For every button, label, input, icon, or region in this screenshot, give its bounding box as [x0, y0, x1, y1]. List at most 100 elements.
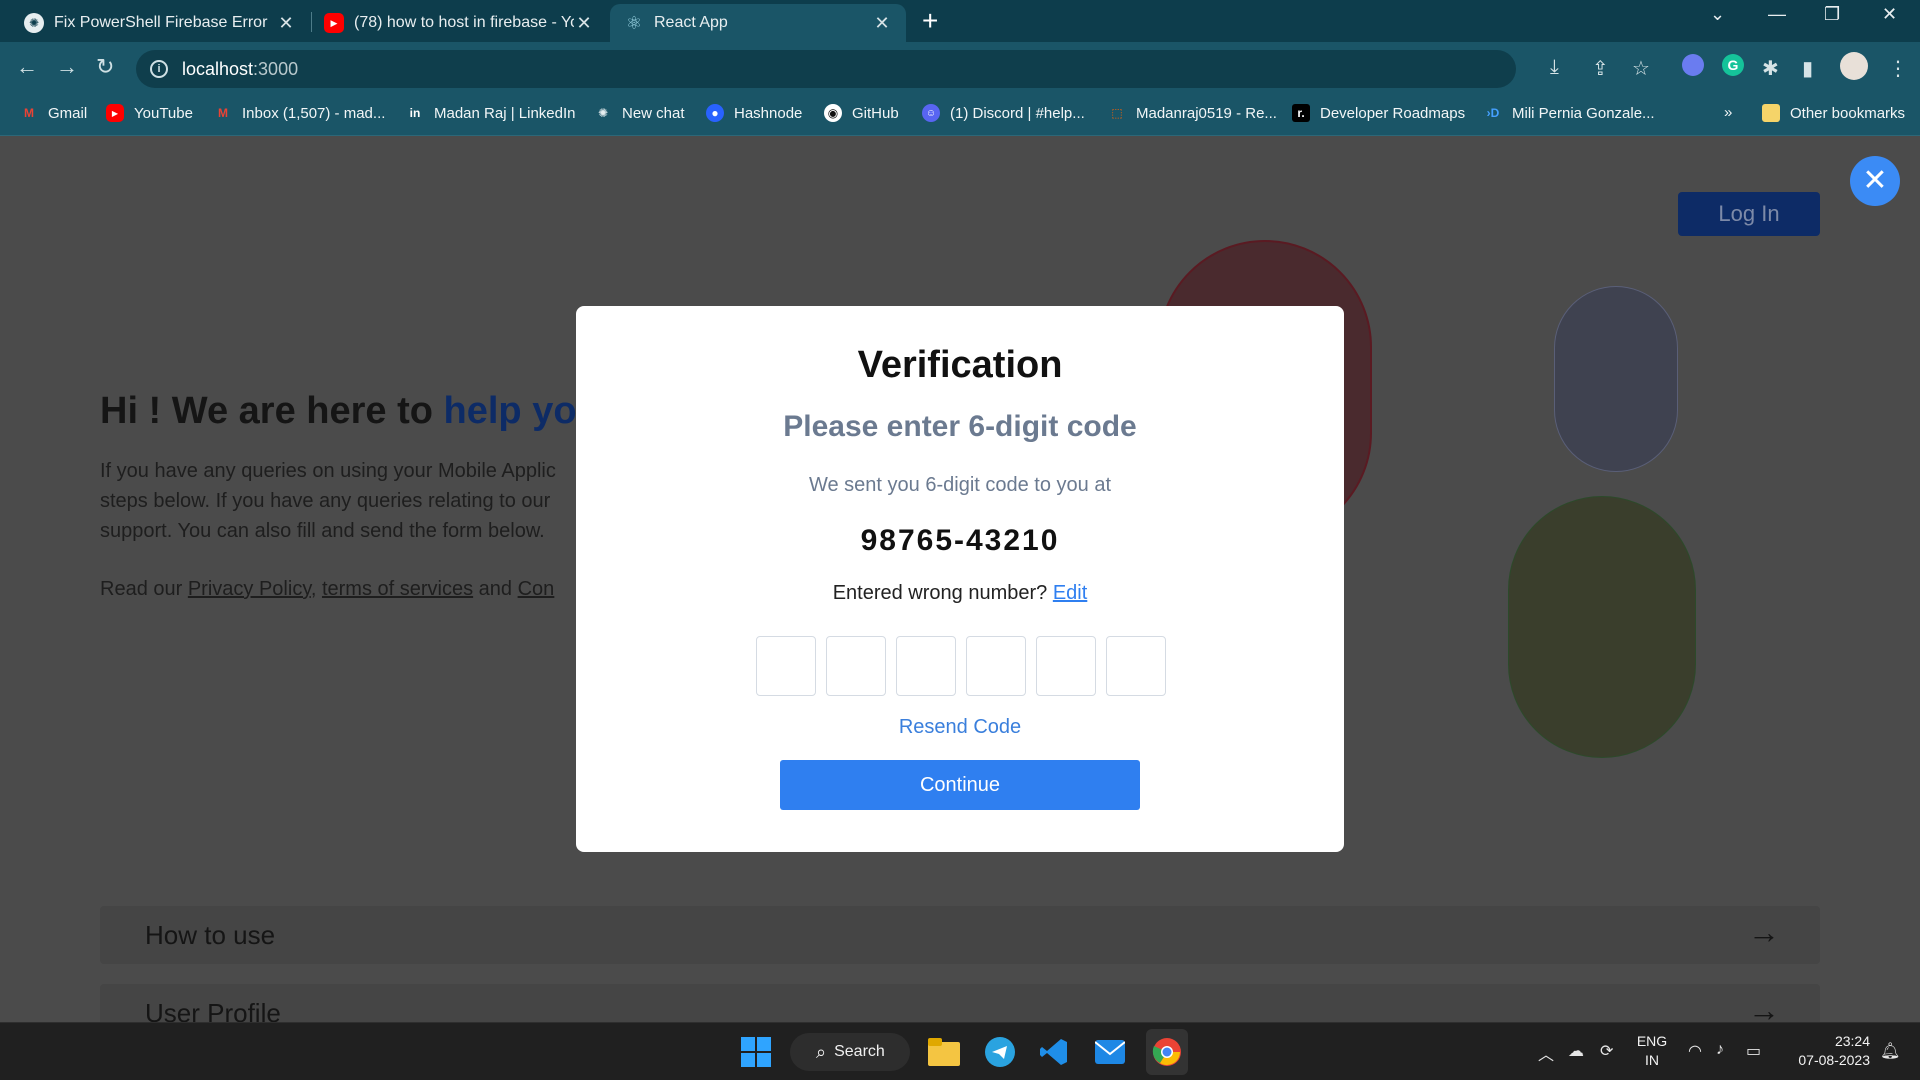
privacy-policy-link[interactable]: Privacy Policy	[188, 578, 311, 600]
otp-digit-3[interactable]	[896, 636, 956, 696]
back-button[interactable]: ←	[16, 54, 38, 80]
wifi-icon[interactable]: ◠	[1688, 1041, 1702, 1061]
bookmark-label: Hashnode	[734, 104, 803, 122]
taskbar-search[interactable]: ⌕ Search	[790, 1033, 910, 1071]
extensions-puzzle-icon[interactable]: ✱	[1762, 56, 1779, 81]
tab-youtube-firebase[interactable]: ▶ (78) how to host in firebase - YouTube…	[312, 4, 608, 42]
share-icon[interactable]: ⇪	[1592, 56, 1609, 81]
file-explorer-icon[interactable]	[926, 1035, 962, 1069]
resend-code-link[interactable]: Resend Code	[576, 716, 1344, 739]
bookmark-gmail[interactable]: M Gmail	[20, 104, 87, 122]
otp-digit-1[interactable]	[756, 636, 816, 696]
tab-react-app[interactable]: ⚛ React App ✕	[610, 4, 906, 42]
mail-icon[interactable]	[1092, 1035, 1128, 1069]
forward-button[interactable]: →	[56, 54, 78, 80]
terms-link[interactable]: terms of services	[322, 578, 473, 600]
tab-title: Fix PowerShell Firebase Error	[54, 14, 268, 31]
restore-button[interactable]: ❐	[1824, 4, 1840, 25]
login-button[interactable]: Log In	[1678, 192, 1820, 236]
bookmark-label: Developer Roadmaps	[1320, 104, 1466, 122]
site-info-icon[interactable]: i	[150, 60, 168, 78]
bookmark-star-icon[interactable]: ☆	[1632, 56, 1650, 81]
volume-icon[interactable]: ♪	[1716, 1041, 1724, 1059]
arrow-right-icon: →	[1748, 992, 1780, 1022]
search-label: Search	[834, 1043, 885, 1060]
bookmarks-overflow-button[interactable]: »	[1724, 104, 1732, 121]
bookmark-inbox[interactable]: M Inbox (1,507) - mad...	[214, 104, 385, 122]
close-icon[interactable]: ✕	[574, 13, 594, 34]
github-icon: ◉	[824, 104, 842, 122]
reload-button[interactable]: ↻	[96, 54, 114, 80]
chatgpt-icon: ✺	[24, 13, 44, 33]
accordion-label: How to use	[145, 920, 276, 950]
language-indicator[interactable]: ENG IN	[1632, 1032, 1672, 1070]
gmail-icon: M	[24, 106, 34, 120]
bookmark-label: Madanraj0519 - Re...	[1136, 104, 1277, 122]
bookmark-youtube[interactable]: ▶ YouTube	[106, 104, 193, 122]
continue-button[interactable]: Continue	[780, 760, 1140, 810]
sync-icon[interactable]: ⟳	[1600, 1041, 1613, 1061]
chatgpt-icon: ✺	[597, 106, 609, 120]
windows-start-icon[interactable]	[738, 1035, 774, 1069]
contact-link[interactable]: Con	[518, 578, 555, 600]
bookmark-discord[interactable]: ☺ (1) Discord | #help...	[922, 104, 1085, 122]
tab-fix-powershell[interactable]: ✺ Fix PowerShell Firebase Error ✕	[0, 4, 310, 42]
tab-search-chevron-icon[interactable]: ⌄	[1710, 4, 1725, 25]
tab-title: (78) how to host in firebase - YouTube	[354, 14, 574, 31]
window-close-button[interactable]: ✕	[1882, 4, 1897, 25]
arrow-right-icon: →	[1748, 914, 1780, 950]
edit-number-link[interactable]: Edit	[1053, 582, 1087, 604]
address-bar[interactable]: i localhost:3000	[136, 50, 1516, 88]
extension-shield-icon[interactable]	[1682, 54, 1704, 76]
battery-icon[interactable]: ▭	[1746, 1041, 1761, 1061]
grammarly-icon[interactable]: G	[1722, 54, 1744, 76]
bookmark-mili[interactable]: ›D Mili Pernia Gonzale...	[1484, 104, 1655, 122]
new-tab-button[interactable]: +	[922, 6, 938, 36]
side-panel-icon[interactable]: ▮	[1802, 56, 1813, 81]
bookmark-replit[interactable]: ⬚ Madanraj0519 - Re...	[1108, 104, 1277, 122]
hero-title: Hi ! We are here to help you	[100, 390, 600, 433]
bookmark-hashnode[interactable]: ● Hashnode	[706, 104, 802, 122]
browser-toolbar: ← → ↻ i localhost:3000 ⤓ ⇪ ☆ G ✱ ▮ ⋮	[0, 42, 1920, 96]
url-port: :3000	[253, 58, 299, 79]
more-menu-icon[interactable]: ⋮	[1888, 56, 1908, 81]
close-icon[interactable]: ✕	[872, 13, 892, 34]
profile-avatar[interactable]	[1840, 52, 1868, 80]
bookmark-new-chat[interactable]: ✺ New chat	[594, 104, 685, 122]
otp-digit-4[interactable]	[966, 636, 1026, 696]
chrome-icon[interactable]	[1146, 1029, 1188, 1075]
otp-digit-2[interactable]	[826, 636, 886, 696]
close-icon[interactable]: ✕	[276, 13, 296, 34]
install-app-icon[interactable]: ⤓	[1550, 56, 1559, 79]
vscode-icon[interactable]	[1036, 1035, 1072, 1069]
modal-title: Verification	[857, 344, 1063, 386]
bookmark-roadmaps[interactable]: r. Developer Roadmaps	[1292, 104, 1465, 122]
avatar-illustration	[1508, 496, 1696, 758]
close-modal-button[interactable]: ✕	[1850, 156, 1900, 206]
otp-digit-6[interactable]	[1106, 636, 1166, 696]
lang-bottom: IN	[1645, 1052, 1659, 1068]
legal-prefix: Read our	[100, 578, 188, 600]
dribbble-icon: ›D	[1486, 106, 1500, 120]
notification-bell-icon[interactable]: 🔔︎	[1880, 1041, 1900, 1061]
lang-top: ENG	[1636, 1033, 1668, 1049]
bookmark-linkedin[interactable]: in Madan Raj | LinkedIn	[406, 104, 576, 122]
chevron-up-icon[interactable]: ︿	[1538, 1041, 1554, 1065]
onedrive-icon[interactable]: ☁	[1568, 1041, 1584, 1061]
hashnode-icon: ●	[706, 104, 724, 122]
accordion-user-profile[interactable]: User Profile →	[100, 984, 1820, 1022]
bookmark-label: GitHub	[852, 104, 899, 122]
bookmark-label: YouTube	[134, 104, 193, 122]
bookmark-github[interactable]: ◉ GitHub	[824, 104, 899, 122]
minimize-button[interactable]: —	[1768, 4, 1786, 25]
search-icon: ⌕	[816, 1041, 827, 1062]
bookmark-label: New chat	[622, 104, 685, 122]
accordion-how-to-use[interactable]: How to use →	[100, 906, 1820, 964]
telegram-icon[interactable]	[982, 1035, 1018, 1069]
otp-digit-5[interactable]	[1036, 636, 1096, 696]
hero-title-prefix: Hi ! We are here to	[100, 390, 444, 432]
roadmap-icon: r.	[1292, 104, 1310, 122]
clock[interactable]: 23:24 07-08-2023	[1782, 1032, 1870, 1070]
bookmark-label: Mili Pernia Gonzale...	[1512, 104, 1655, 122]
other-bookmarks-folder[interactable]: Other bookmarks	[1762, 104, 1905, 122]
